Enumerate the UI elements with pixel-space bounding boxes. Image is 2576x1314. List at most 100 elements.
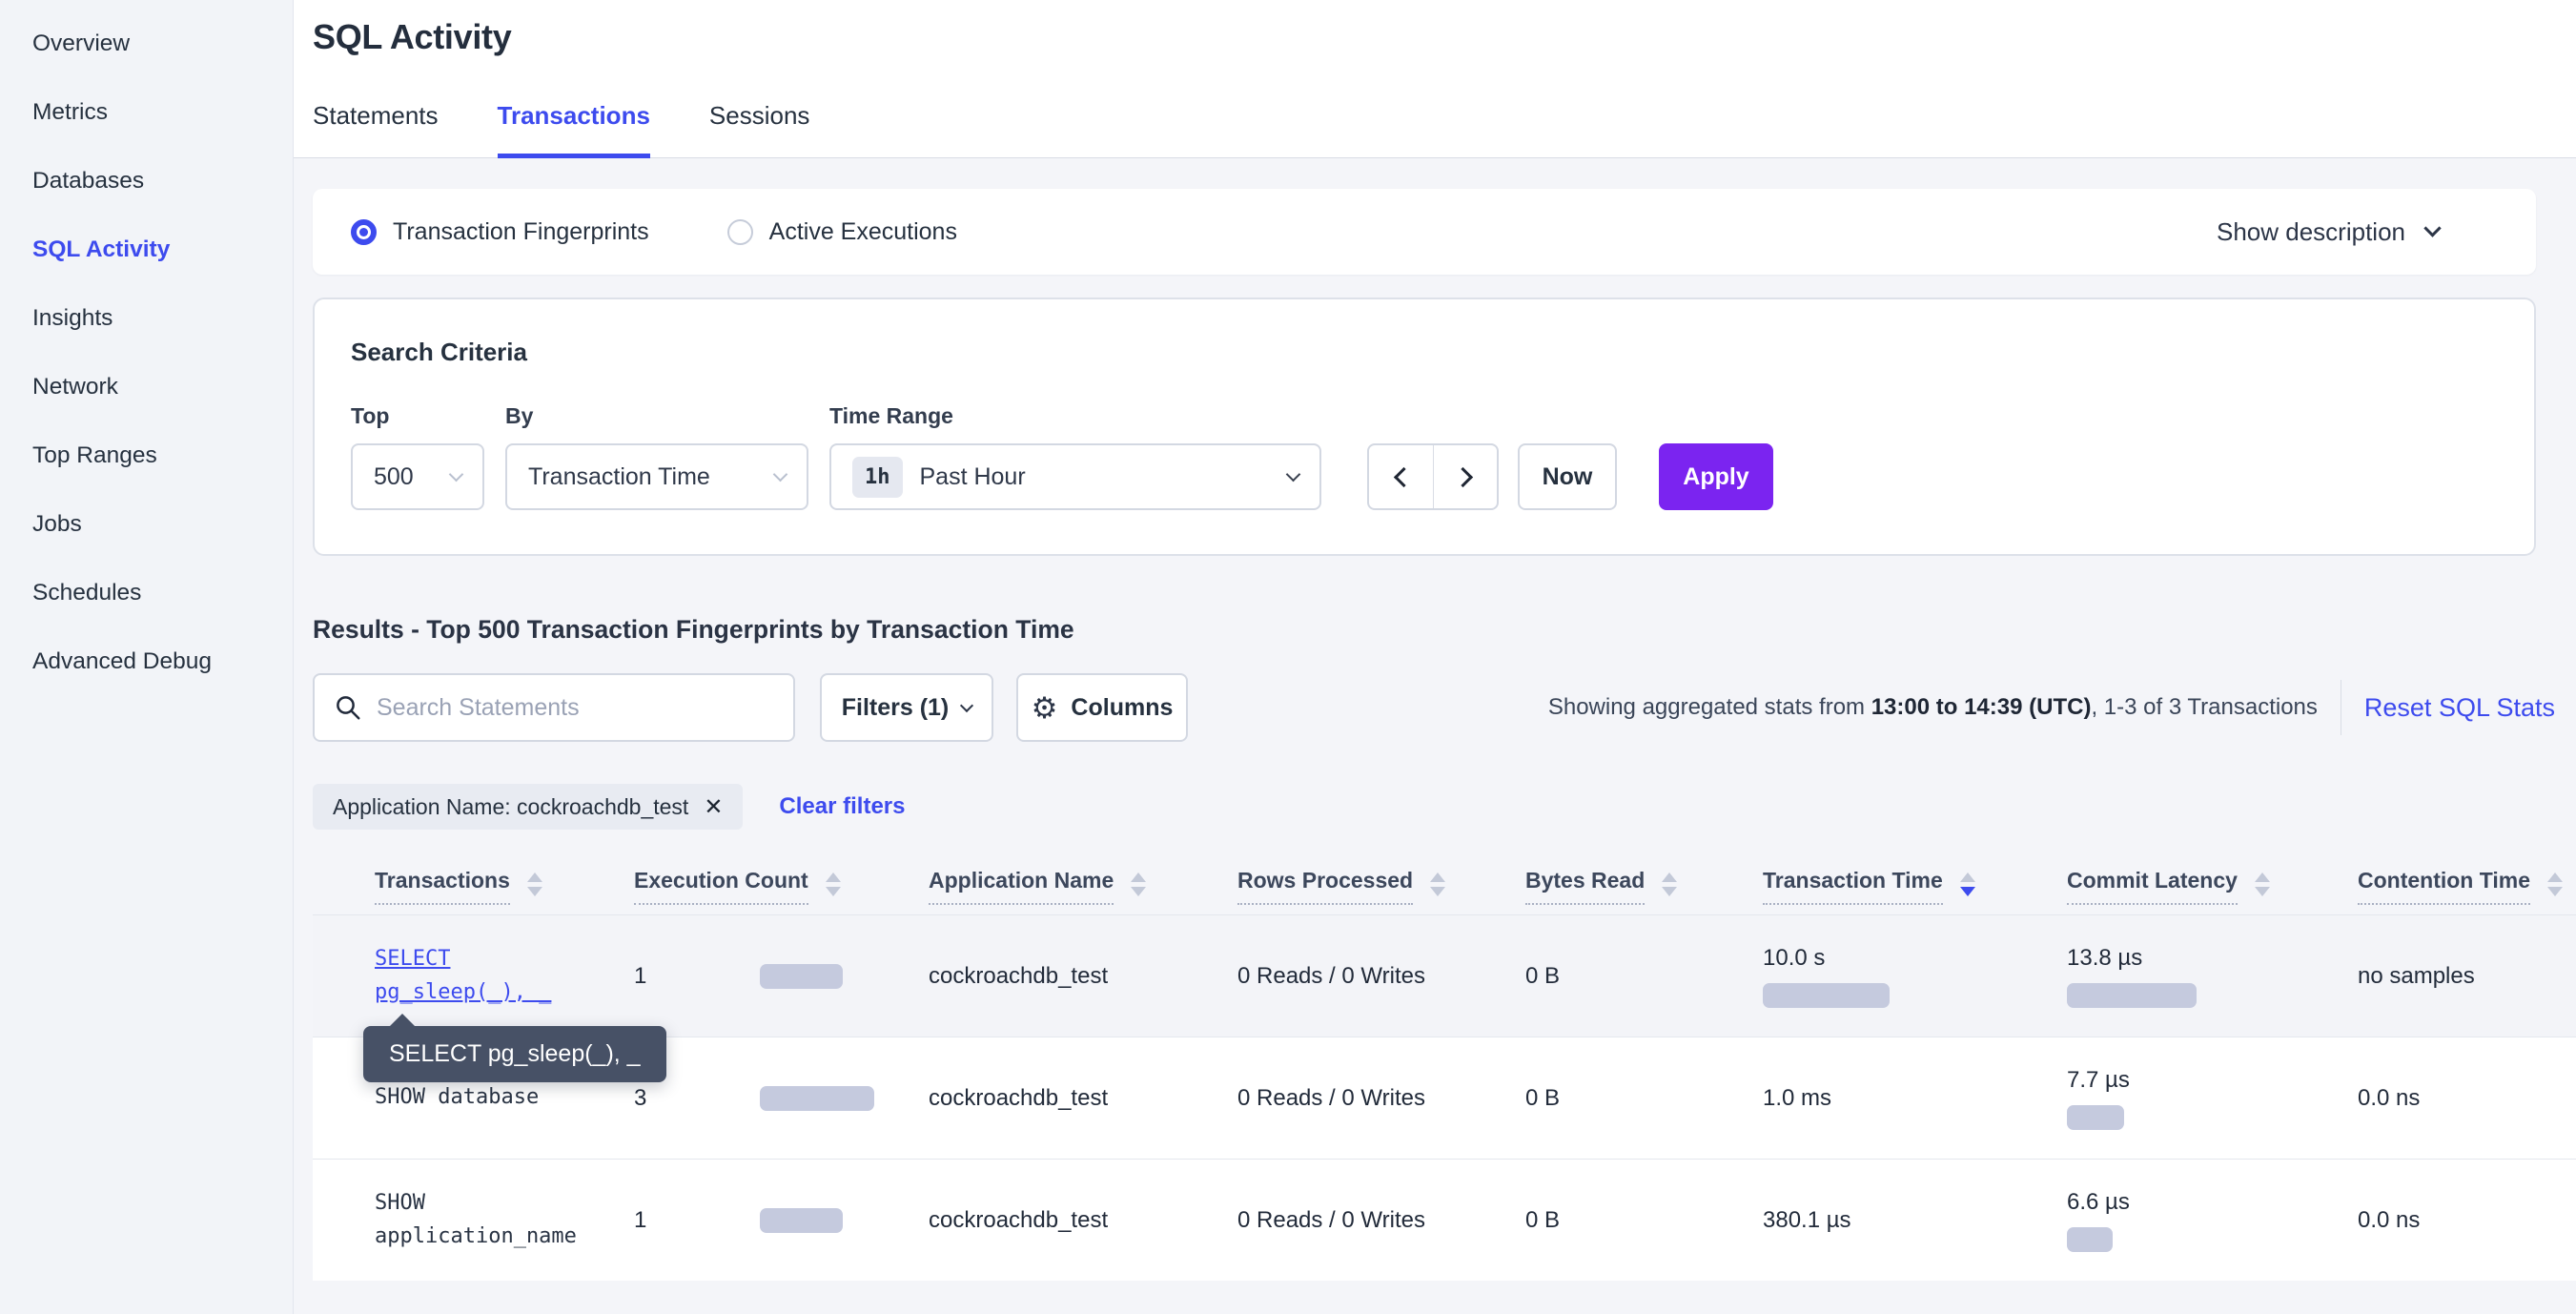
- sort-up-icon: [826, 873, 841, 882]
- gear-icon: ⚙: [1032, 693, 1058, 723]
- by-select-value: Transaction Time: [528, 463, 710, 491]
- top-select[interactable]: 500: [351, 443, 484, 510]
- rows-processed-cell: 0 Reads / 0 Writes: [1237, 963, 1525, 990]
- transaction-cell: SHOW application_name: [375, 1187, 634, 1252]
- aggregated-stats-text: Showing aggregated stats from 13:00 to 1…: [1548, 694, 2318, 721]
- main-area: SQL Activity StatementsTransactionsSessi…: [294, 0, 2576, 1314]
- time-range-field: Time Range 1h Past Hour: [829, 403, 1321, 510]
- reset-sql-stats-link[interactable]: Reset SQL Stats: [2364, 693, 2555, 723]
- sort-arrows-icon[interactable]: [1960, 873, 1975, 896]
- radio-selected-icon: [351, 219, 377, 245]
- contention-time-cell: no samples: [2358, 963, 2576, 990]
- by-select[interactable]: Transaction Time: [505, 443, 808, 510]
- sidebar-nav: OverviewMetricsDatabasesSQL ActivityInsi…: [0, 10, 293, 696]
- sort-arrows-icon[interactable]: [2547, 873, 2563, 896]
- results-toolbar: Filters (1) ⚙ Columns Showing aggregated…: [313, 673, 2555, 742]
- column-header-label[interactable]: Bytes Read: [1525, 868, 1645, 905]
- contention-time-cell: 0.0 ns: [2358, 1207, 2576, 1234]
- sidebar-item-overview[interactable]: Overview: [0, 10, 293, 78]
- column-header-transactions: Transactions: [375, 868, 634, 905]
- sort-up-icon: [1131, 873, 1146, 882]
- sort-arrows-icon[interactable]: [1662, 873, 1677, 896]
- sidebar-item-databases[interactable]: Databases: [0, 147, 293, 216]
- contention-time-cell: 0.0 ns: [2358, 1085, 2576, 1112]
- sidebar-item-advanced-debug[interactable]: Advanced Debug: [0, 627, 293, 696]
- column-header-execution-count: Execution Count: [634, 868, 929, 905]
- view-mode-toggle-card: Transaction Fingerprints Active Execution…: [313, 189, 2536, 275]
- bytes-read-cell: 0 B: [1525, 963, 1763, 990]
- radio-unselected-icon: [727, 219, 753, 245]
- page-header: SQL Activity StatementsTransactionsSessi…: [294, 0, 2576, 158]
- sidebar-item-jobs[interactable]: Jobs: [0, 490, 293, 559]
- clear-filters-link[interactable]: Clear filters: [779, 793, 905, 820]
- transactions-table: Transactions Execution Count Application N…: [313, 868, 2576, 1281]
- radio-option-transaction-fingerprints[interactable]: Transaction Fingerprints: [351, 218, 649, 246]
- commit-latency-bar: [2067, 983, 2197, 1008]
- sidebar-item-sql-activity[interactable]: SQL Activity: [0, 216, 293, 284]
- rows-processed-cell: 0 Reads / 0 Writes: [1237, 1207, 1525, 1234]
- sort-down-icon: [2547, 887, 2563, 896]
- filter-chip: Application Name: cockroachdb_test ✕: [313, 784, 743, 830]
- column-header-label[interactable]: Commit Latency: [2067, 868, 2238, 905]
- execution-count-bar: [760, 1208, 843, 1233]
- transaction-time-cell: 380.1 µs: [1763, 1207, 2067, 1234]
- radio-option-label: Active Executions: [769, 218, 957, 246]
- bytes-read-cell: 0 B: [1525, 1085, 1763, 1112]
- sort-arrows-icon[interactable]: [1430, 873, 1445, 896]
- execution-count-cell: 3: [634, 1085, 929, 1112]
- transaction-fingerprint-link[interactable]: SELECT pg_sleep(_), _: [375, 943, 570, 1008]
- commit-latency-value: 6.6 µs: [2067, 1189, 2358, 1216]
- time-range-select[interactable]: 1h Past Hour: [829, 443, 1321, 510]
- search-input[interactable]: [377, 694, 774, 722]
- filters-button[interactable]: Filters (1): [820, 673, 993, 742]
- sort-arrows-icon[interactable]: [527, 873, 542, 896]
- now-button[interactable]: Now: [1518, 443, 1617, 510]
- columns-button-label: Columns: [1071, 694, 1173, 722]
- sidebar-item-top-ranges[interactable]: Top Ranges: [0, 421, 293, 490]
- commit-latency-bar: [2067, 1105, 2124, 1130]
- sort-down-icon: [1662, 887, 1677, 896]
- sidebar-item-insights[interactable]: Insights: [0, 284, 293, 353]
- apply-button[interactable]: Apply: [1659, 443, 1773, 510]
- remove-filter-icon[interactable]: ✕: [704, 793, 723, 821]
- by-label: By: [505, 403, 808, 429]
- sidebar-item-metrics[interactable]: Metrics: [0, 78, 293, 147]
- column-header-rows-processed: Rows Processed: [1237, 868, 1525, 905]
- show-description-toggle[interactable]: Show description: [2217, 217, 2439, 247]
- tab-sessions[interactable]: Sessions: [709, 101, 810, 158]
- time-range-badge: 1h: [852, 457, 903, 498]
- next-time-range-button[interactable]: [1433, 445, 1497, 508]
- sidebar-item-network[interactable]: Network: [0, 353, 293, 421]
- previous-time-range-button[interactable]: [1369, 445, 1433, 508]
- time-range-label: Time Range: [829, 403, 1321, 429]
- sort-arrows-icon[interactable]: [2255, 873, 2270, 896]
- chevron-left-icon: [1394, 466, 1414, 486]
- execution-count-value: 1: [634, 1207, 760, 1234]
- column-header-label[interactable]: Execution Count: [634, 868, 808, 905]
- transaction-time-value: 10.0 s: [1763, 945, 2067, 972]
- sidebar-item-schedules[interactable]: Schedules: [0, 559, 293, 627]
- column-header-label[interactable]: Contention Time: [2358, 868, 2530, 905]
- radio-option-active-executions[interactable]: Active Executions: [727, 218, 957, 246]
- content-area: Transaction Fingerprints Active Execution…: [294, 158, 2576, 1314]
- sort-up-icon: [1430, 873, 1445, 882]
- application-name-cell: cockroachdb_test: [929, 1085, 1237, 1112]
- execution-count-value: 3: [634, 1085, 760, 1112]
- sort-arrows-icon[interactable]: [1131, 873, 1146, 896]
- column-header-label[interactable]: Transactions: [375, 868, 510, 905]
- columns-button[interactable]: ⚙ Columns: [1016, 673, 1188, 742]
- application-name-cell: cockroachdb_test: [929, 1207, 1237, 1234]
- sort-down-icon: [2255, 887, 2270, 896]
- column-header-label[interactable]: Rows Processed: [1237, 868, 1413, 905]
- column-header-label[interactable]: Transaction Time: [1763, 868, 1943, 905]
- tab-transactions[interactable]: Transactions: [498, 101, 650, 158]
- stats-range: 13:00 to 14:39 (UTC): [1871, 694, 2092, 720]
- execution-count-bar: [760, 964, 843, 989]
- top-field: Top 500: [351, 403, 484, 510]
- tab-statements[interactable]: Statements: [313, 101, 439, 158]
- transaction-cell: SELECT pg_sleep(_), _: [375, 943, 634, 1008]
- filters-button-label: Filters (1): [842, 694, 950, 722]
- column-header-commit-latency: Commit Latency: [2067, 868, 2358, 905]
- sort-arrows-icon[interactable]: [826, 873, 841, 896]
- column-header-label[interactable]: Application Name: [929, 868, 1114, 905]
